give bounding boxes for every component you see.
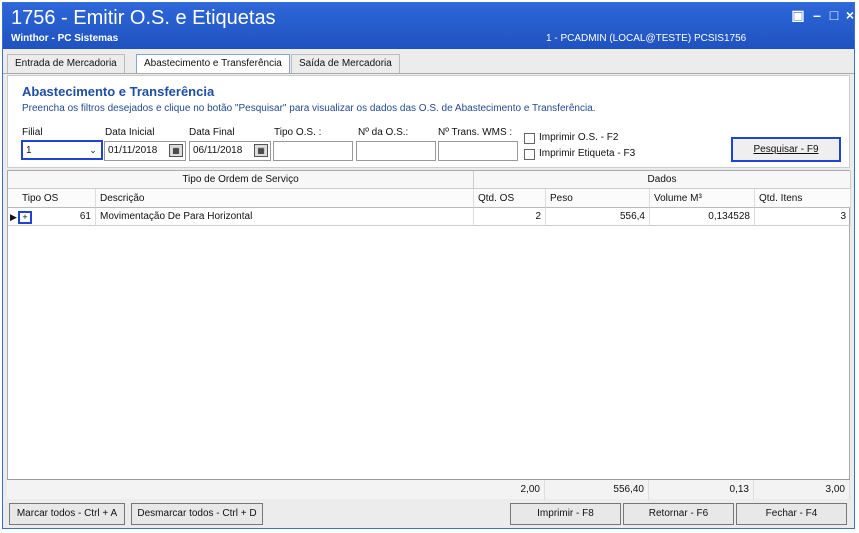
data-inicial-value: 01/11/2018 <box>108 145 158 156</box>
close-icon[interactable]: × <box>841 8 859 24</box>
cell-volume[interactable]: 0,134528 <box>650 208 755 226</box>
trans-wms-label: Nº Trans. WMS : <box>438 127 513 138</box>
minimize-icon[interactable]: – <box>808 8 826 24</box>
imprimir-os-checkbox[interactable] <box>524 133 535 144</box>
imprimir-etiqueta-label: Imprimir Etiqueta - F3 <box>539 148 636 159</box>
restore-icon[interactable]: ▣ <box>789 8 807 24</box>
column-header-tipo-os[interactable]: Tipo OS <box>8 189 96 208</box>
title-bar: 1756 - Emitir O.S. e Etiquetas Winthor -… <box>3 3 854 49</box>
tab-entrada-mercadoria[interactable]: Entrada de Mercadoria <box>7 54 125 73</box>
column-header-peso[interactable]: Peso <box>546 189 650 208</box>
marcar-todos-button[interactable]: Marcar todos - Ctrl + A <box>9 503 125 525</box>
data-inicial-label: Data Inicial <box>105 127 155 138</box>
imprimir-button[interactable]: Imprimir - F8 <box>510 503 621 525</box>
tab-saida-mercadoria[interactable]: Saída de Mercadoria <box>291 54 400 73</box>
search-button[interactable]: Pesquisar - F9 <box>731 137 841 162</box>
imprimir-etiqueta-checkbox[interactable] <box>524 149 535 160</box>
desmarcar-todos-button[interactable]: Desmarcar todos - Ctrl + D <box>131 503 263 525</box>
cell-qtd-os[interactable]: 2 <box>474 208 546 226</box>
trans-wms-input[interactable] <box>438 141 518 161</box>
total-volume: 0,13 <box>649 480 754 500</box>
cell-qtd-itens[interactable]: 3 <box>755 208 851 226</box>
numero-os-input[interactable] <box>356 141 436 161</box>
section-title: Abastecimento e Transferência <box>22 84 215 99</box>
column-header-qtd-itens[interactable]: Qtd. Itens <box>755 189 851 208</box>
column-header-descricao[interactable]: Descrição <box>96 189 474 208</box>
cell-peso[interactable]: 556,4 <box>546 208 650 226</box>
calendar-icon[interactable]: ▦ <box>254 144 268 157</box>
data-final-field[interactable]: 06/11/2018 ▦ <box>189 141 271 161</box>
window-title: 1756 - Emitir O.S. e Etiquetas <box>11 7 276 29</box>
cell-tipo-os[interactable]: 61 <box>8 208 96 226</box>
tab-bar: Entrada de Mercadoria Abastecimento e Tr… <box>3 51 854 74</box>
tab-abastecimento-transferencia[interactable]: Abastecimento e Transferência <box>136 54 290 73</box>
total-qtd-os: 2,00 <box>473 480 545 500</box>
imprimir-os-label: Imprimir O.S. - F2 <box>539 132 619 143</box>
data-final-label: Data Final <box>189 127 235 138</box>
filial-label: Filial <box>22 127 43 138</box>
main-window: 1756 - Emitir O.S. e Etiquetas Winthor -… <box>2 2 855 529</box>
group-header-dados: Dados <box>474 171 851 189</box>
button-bar: Marcar todos - Ctrl + A Desmarcar todos … <box>7 503 850 527</box>
column-header-qtd-os[interactable]: Qtd. OS <box>474 189 546 208</box>
window-subtitle: Winthor - PC Sistemas <box>11 33 119 44</box>
tipo-os-input[interactable] <box>273 141 353 161</box>
data-inicial-field[interactable]: 01/11/2018 ▦ <box>104 141 186 161</box>
user-info: 1 - PCADMIN (LOCAL@TESTE) PCSIS1756 <box>546 33 747 44</box>
column-header-volume[interactable]: Volume M³ <box>650 189 755 208</box>
instructions-text: Preencha os filtros desejados e clique n… <box>22 103 596 114</box>
group-header-tipo-os: Tipo de Ordem de Serviço <box>8 171 474 189</box>
data-final-value: 06/11/2018 <box>193 145 243 156</box>
filter-panel: Abastecimento e Transferência Preencha o… <box>7 75 850 168</box>
fechar-button[interactable]: Fechar - F4 <box>736 503 847 525</box>
cell-descricao[interactable]: Movimentação De Para Horizontal <box>96 208 474 226</box>
totals-row: 2,00 556,40 0,13 3,00 <box>7 479 850 500</box>
total-qtd-itens: 3,00 <box>754 480 850 500</box>
total-peso: 556,40 <box>545 480 649 500</box>
retornar-button[interactable]: Retornar - F6 <box>623 503 734 525</box>
numero-os-label: Nº da O.S.: <box>358 127 409 138</box>
os-grid: Tipo de Ordem de Serviço Dados Tipo OS D… <box>7 170 851 493</box>
tipo-os-label: Tipo O.S. : <box>274 127 322 138</box>
filial-value: 1 <box>26 145 32 156</box>
filial-select[interactable]: 1 ⌄ <box>21 140 103 160</box>
chevron-down-icon[interactable]: ⌄ <box>87 144 99 156</box>
calendar-icon[interactable]: ▦ <box>169 144 183 157</box>
